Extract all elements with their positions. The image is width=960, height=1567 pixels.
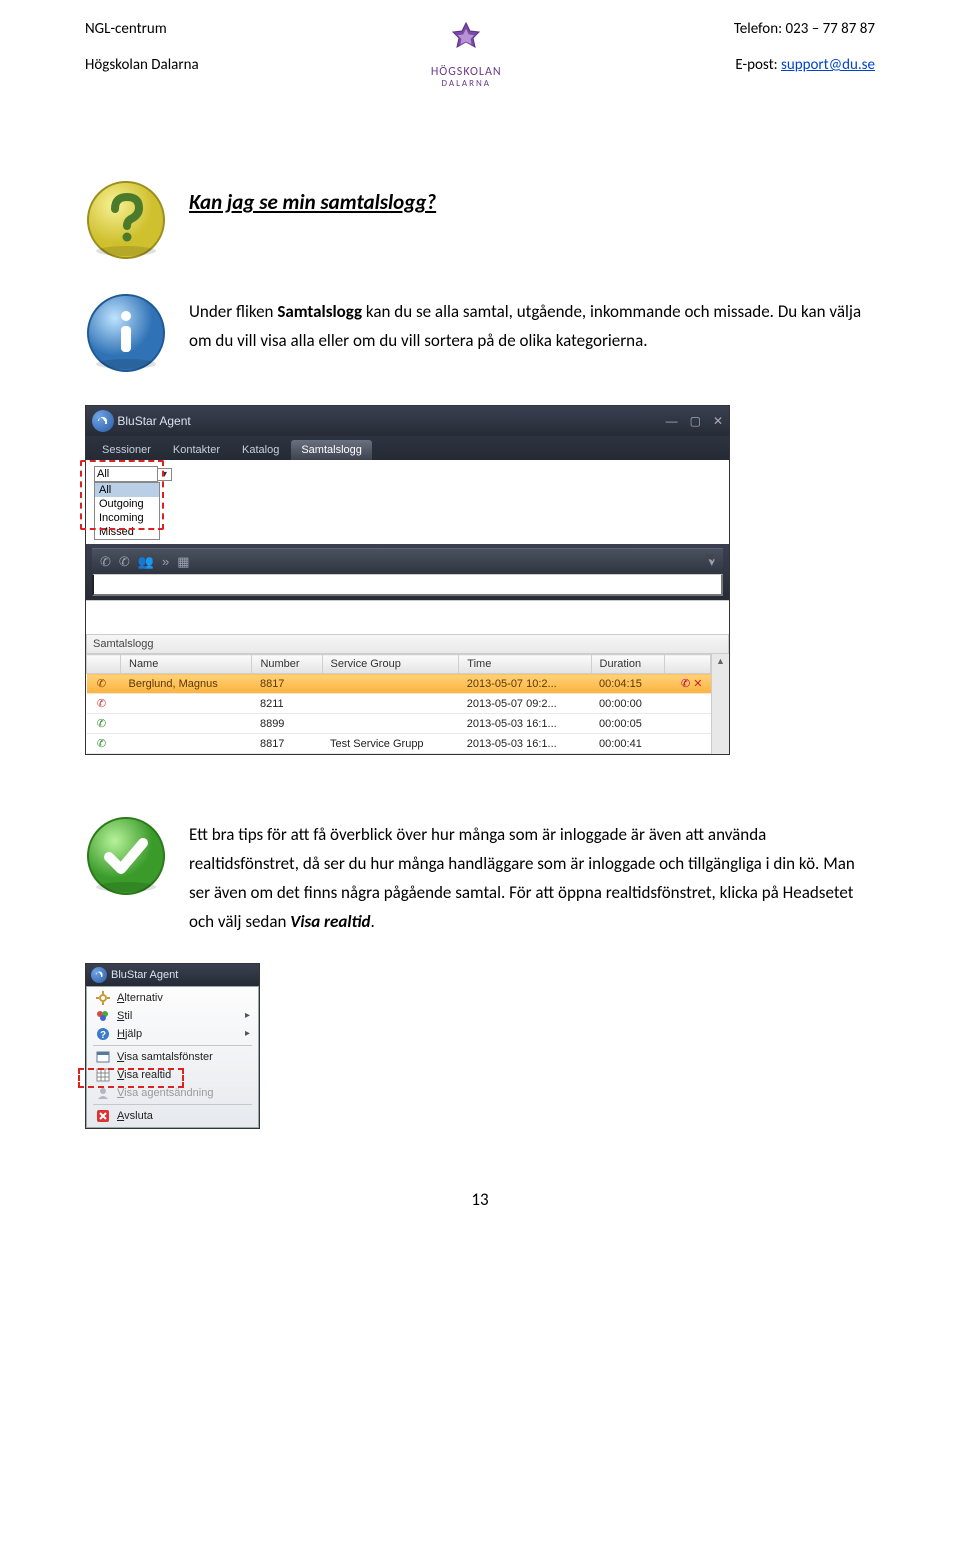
row-delete-icon[interactable]: ✕ [693, 678, 702, 690]
menu-item-visa-samtalsfönster[interactable]: Visa samtalsfönster [89, 1048, 256, 1066]
col-name[interactable]: Name [121, 655, 252, 674]
header-phone: Telefon: 023 – 77 87 87 [734, 20, 875, 38]
tab-katalog[interactable]: Katalog [232, 440, 289, 460]
app-blustar-menu: BluStar Agent AlternativStil▸?Hjälp▸ Visa… [85, 963, 260, 1129]
header-right: Telefon: 023 – 77 87 87 E-post: support@… [734, 20, 875, 74]
header-logo: HÖGSKOLAN DALARNA [431, 20, 502, 89]
info-icon [85, 292, 173, 379]
menu-item-avsluta[interactable]: Avsluta [89, 1107, 256, 1125]
chevron-right-icon: ▸ [245, 1028, 250, 1039]
tip-row: Ett bra tips för att få överblick över h… [85, 815, 875, 937]
help-icon: ? [95, 1027, 111, 1041]
minimize-icon[interactable]: — [666, 414, 678, 428]
info-paragraph: Under fliken Samtalslogg kan du se alla … [189, 292, 875, 356]
table-row[interactable]: ✆88992013-05-03 16:1...00:00:05 [87, 714, 711, 734]
checkmark-icon [85, 815, 173, 902]
tab-samtalslogg[interactable]: Samtalslogg [291, 440, 372, 460]
close-icon [95, 1109, 111, 1123]
menu-item-hjälp[interactable]: ?Hjälp▸ [89, 1025, 256, 1043]
question-icon [85, 179, 173, 266]
app2-titlebar: BluStar Agent [86, 964, 259, 986]
clear-search-icon[interactable]: ✕ [704, 550, 715, 566]
table-row[interactable]: ✆8817Test Service Grupp2013-05-03 16:1..… [87, 734, 711, 754]
tip-paragraph: Ett bra tips för att få överblick över h… [189, 815, 875, 937]
people-icon[interactable]: 👥 [138, 554, 154, 570]
palette-icon [95, 1009, 111, 1023]
col-time[interactable]: Time [459, 655, 591, 674]
table-row[interactable]: ✆82112013-05-07 09:2...00:00:00 [87, 694, 711, 714]
page-number: 13 [85, 1189, 875, 1210]
app1-toolbar: ✆ ✆ 👥 » ▦ ▾ [92, 548, 723, 574]
logo-text: HÖGSKOLAN DALARNA [431, 66, 502, 89]
headset-icon[interactable] [91, 967, 107, 983]
logo-icon [442, 20, 490, 64]
scrollbar[interactable]: ▲ [711, 654, 729, 754]
app1-tabs: SessionerKontakterKatalogSamtalslogg [86, 436, 729, 460]
window-icon [95, 1050, 111, 1064]
call-log-table: NameNumberService GroupTimeDuration ✆Ber… [86, 654, 711, 754]
highlight-dashed-filter [80, 460, 164, 530]
info-row: Under fliken Samtalslogg kan du se alla … [85, 292, 875, 379]
question-row: Kan jag se min samtalslogg? [85, 179, 875, 266]
tab-sessioner[interactable]: Sessioner [92, 440, 161, 460]
phone-icon[interactable]: ✆ [100, 554, 111, 570]
context-menu: AlternativStil▸?Hjälp▸ Visa samtalsfönste… [86, 986, 259, 1128]
section-label-samtalslogg: Samtalslogg [86, 634, 729, 654]
app1-titlebar: BluStar Agent — ▢ ✕ [86, 406, 729, 436]
app-blustar-main: BluStar Agent — ▢ ✕ SessionerKontakterKa… [85, 405, 730, 755]
search-row: ✆ ✆ 👥 » ▦ ▾ ✕ [86, 544, 729, 600]
highlight-dashed-visarealtid [78, 1068, 184, 1088]
close-icon[interactable]: ✕ [713, 414, 723, 428]
row-action-icon[interactable]: ✆ [681, 678, 690, 690]
header-left-line2: Högskolan Dalarna [85, 56, 199, 74]
menu-item-alternativ[interactable]: Alternativ [89, 989, 256, 1007]
email-link[interactable]: support@du.se [781, 56, 875, 74]
filter-row: ▾ AllOutgoingIncomingMissed [86, 460, 729, 544]
gear-icon [95, 991, 111, 1005]
header-left-line1: NGL-centrum [85, 20, 199, 38]
keypad-icon[interactable]: ▦ [177, 554, 189, 570]
col-number[interactable]: Number [252, 655, 322, 674]
col-duration[interactable]: Duration [591, 655, 664, 674]
header-email: E-post: support@du.se [734, 56, 875, 74]
forward-icon[interactable]: » [162, 554, 169, 569]
chevron-right-icon: ▸ [245, 1010, 250, 1021]
maximize-icon[interactable]: ▢ [690, 414, 701, 428]
headset-icon [92, 410, 114, 432]
hangup-icon[interactable]: ✆ [119, 554, 130, 570]
table-row[interactable]: ✆Berglund, Magnus88172013-05-07 10:2...0… [87, 674, 711, 694]
page-header: NGL-centrum Högskolan Dalarna HÖGSKOLAN … [85, 20, 875, 89]
agent-icon [95, 1086, 111, 1100]
tab-kontakter[interactable]: Kontakter [163, 440, 230, 460]
header-left: NGL-centrum Högskolan Dalarna [85, 20, 199, 74]
col-service-group[interactable]: Service Group [322, 655, 459, 674]
menu-item-stil[interactable]: Stil▸ [89, 1007, 256, 1025]
search-input[interactable] [92, 574, 723, 596]
section-heading: Kan jag se min samtalslogg? [189, 189, 436, 215]
svg-text:?: ? [100, 1030, 106, 1041]
